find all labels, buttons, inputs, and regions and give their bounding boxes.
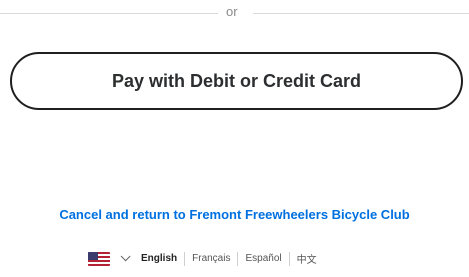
divider-line-left	[0, 13, 218, 14]
pay-with-card-button[interactable]: Pay with Debit or Credit Card	[10, 52, 463, 110]
us-flag-icon[interactable]	[88, 251, 110, 266]
language-selector: English Français Español 中文	[88, 251, 324, 266]
divider-line-right	[253, 13, 469, 14]
language-option-spanish[interactable]: Español	[238, 253, 288, 264]
language-option-chinese[interactable]: 中文	[290, 251, 324, 266]
language-option-french[interactable]: Français	[185, 253, 237, 264]
chevron-down-icon[interactable]	[120, 251, 131, 262]
language-option-english[interactable]: English	[141, 253, 184, 264]
or-separator-text: or	[226, 4, 238, 19]
cancel-return-link[interactable]: Cancel and return to Fremont Freewheeler…	[0, 207, 469, 222]
